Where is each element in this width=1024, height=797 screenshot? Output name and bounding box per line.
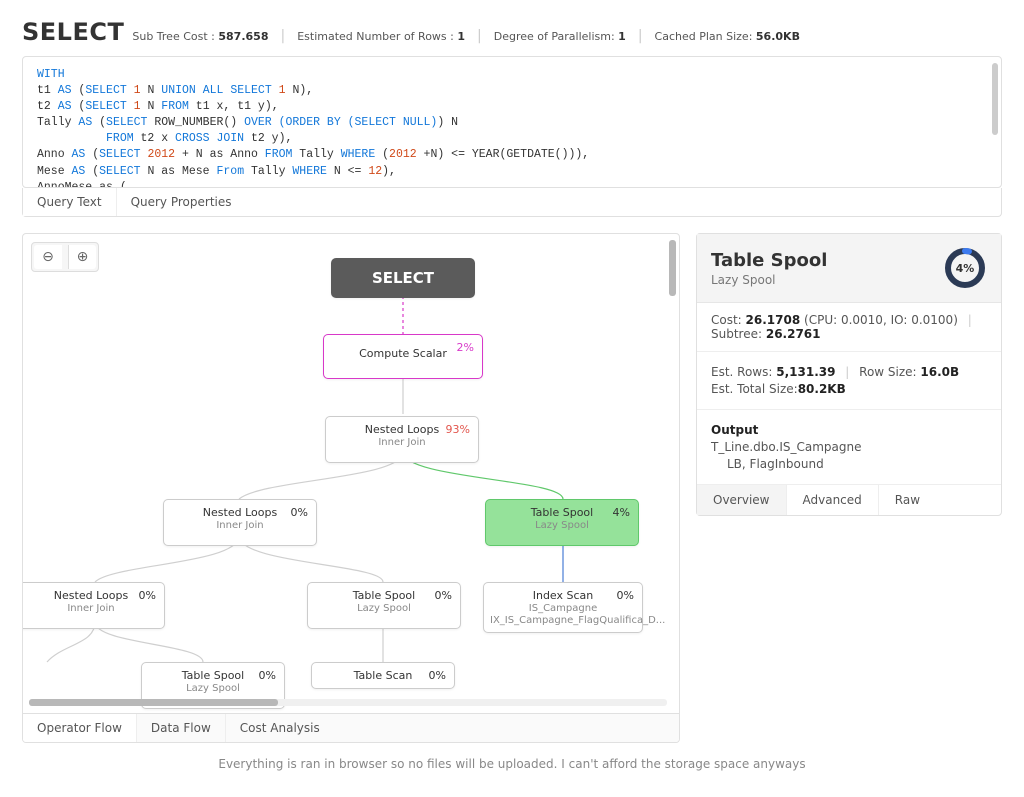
detail-rows-row: Est. Rows: 5,131.39 | Row Size: 16.0B Es… bbox=[697, 352, 1001, 410]
node-index-scan[interactable]: Index Scan IS_Campagne IX_IS_Campagne_Fl… bbox=[483, 582, 643, 633]
cost-donut: 4% bbox=[943, 246, 987, 290]
node-nested-loops-top[interactable]: Nested Loops Inner Join 93% bbox=[325, 416, 479, 463]
header-stats: SELECT Sub Tree Cost : 587.658 | Estimat… bbox=[22, 18, 1002, 46]
sql-tabs: Query Text Query Properties bbox=[22, 188, 1002, 217]
node-compute-scalar[interactable]: Compute Scalar 2% bbox=[323, 334, 483, 379]
stat-cached: Cached Plan Size: 56.0KB bbox=[655, 30, 800, 43]
detail-tabs: Overview Advanced Raw bbox=[697, 485, 1001, 515]
detail-title: Table Spool bbox=[711, 250, 827, 271]
tab-query-text[interactable]: Query Text bbox=[23, 188, 116, 216]
zoom-in-button[interactable]: ⊕ bbox=[68, 245, 96, 269]
tab-data-flow[interactable]: Data Flow bbox=[136, 714, 225, 742]
tab-overview[interactable]: Overview bbox=[697, 485, 786, 515]
detail-output: Output T_Line.dbo.IS_Campagne LB, FlagIn… bbox=[697, 410, 1001, 485]
footer-note: Everything is ran in browser so no files… bbox=[22, 757, 1002, 771]
sql-content: WITH t1 AS (SELECT 1 N UNION ALL SELECT … bbox=[37, 67, 987, 188]
stat-rows: Estimated Number of Rows : 1 bbox=[297, 30, 465, 43]
stat-subtree: Sub Tree Cost : 587.658 bbox=[132, 30, 268, 43]
zoom-in-icon: ⊕ bbox=[77, 249, 89, 265]
zoom-out-icon: ⊖ bbox=[42, 249, 54, 265]
node-select[interactable]: SELECT bbox=[331, 258, 475, 298]
sql-scrollbar[interactable] bbox=[992, 63, 998, 135]
tab-query-properties[interactable]: Query Properties bbox=[116, 188, 246, 216]
plan-scrollbar-vertical[interactable] bbox=[669, 240, 676, 296]
detail-cost-row: Cost: 26.1708 (CPU: 0.0010, IO: 0.0100) … bbox=[697, 303, 1001, 352]
plan-canvas[interactable]: ⊖ ⊕ SELECT bbox=[22, 233, 680, 743]
plan-tabs: Operator Flow Data Flow Cost Analysis bbox=[23, 713, 679, 742]
zoom-toolbar: ⊖ ⊕ bbox=[31, 242, 99, 272]
tab-cost-analysis[interactable]: Cost Analysis bbox=[225, 714, 334, 742]
node-nested-loops-bl[interactable]: Nested Loops Inner Join 0% bbox=[22, 582, 165, 629]
node-table-spool-selected[interactable]: Table Spool Lazy Spool 4% bbox=[485, 499, 639, 546]
sql-panel[interactable]: WITH t1 AS (SELECT 1 N UNION ALL SELECT … bbox=[22, 56, 1002, 188]
node-table-spool-mid[interactable]: Table Spool Lazy Spool 0% bbox=[307, 582, 461, 629]
node-nested-loops-mid[interactable]: Nested Loops Inner Join 0% bbox=[163, 499, 317, 546]
plan-scrollbar-horizontal-track[interactable] bbox=[29, 699, 667, 706]
detail-subtitle: Lazy Spool bbox=[711, 273, 827, 287]
tab-operator-flow[interactable]: Operator Flow bbox=[23, 714, 136, 742]
zoom-out-button[interactable]: ⊖ bbox=[34, 245, 62, 269]
tab-advanced[interactable]: Advanced bbox=[786, 485, 878, 515]
tab-raw[interactable]: Raw bbox=[878, 485, 936, 515]
plan-scrollbar-horizontal-thumb[interactable] bbox=[29, 699, 278, 706]
detail-panel: Table Spool Lazy Spool 4% Cost: 26.1708 … bbox=[696, 233, 1002, 516]
node-table-scan[interactable]: Table Scan 0% bbox=[311, 662, 455, 689]
stat-dop: Degree of Parallelism: 1 bbox=[494, 30, 626, 43]
page-title: SELECT bbox=[22, 18, 124, 46]
